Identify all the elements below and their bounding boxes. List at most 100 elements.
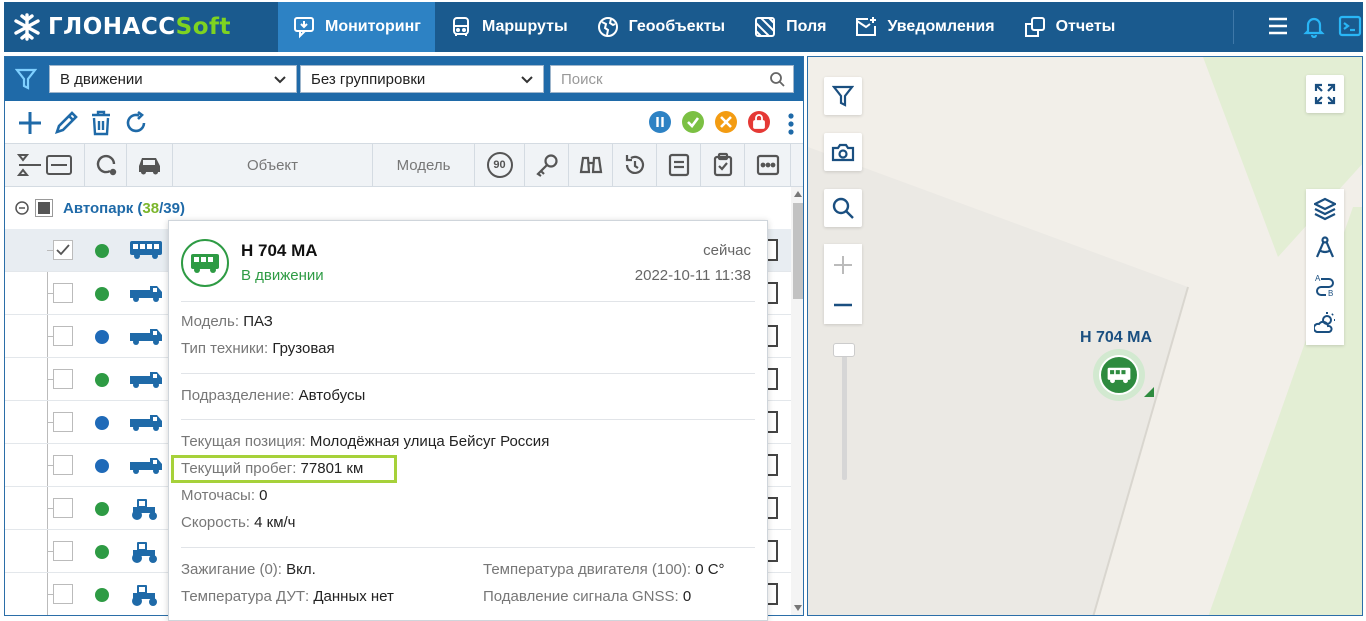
app-frame: ГЛОНАССSoft Мониторинг Маршруты Геообъек… bbox=[4, 2, 1363, 621]
row-checkbox[interactable] bbox=[53, 541, 73, 561]
search-icon bbox=[770, 72, 785, 87]
more-vertical-icon[interactable] bbox=[785, 112, 797, 136]
gnss-jamming-line: Подавление сигнала GNSS: 0 bbox=[483, 588, 692, 605]
state-select[interactable]: В движении bbox=[49, 65, 297, 93]
speed-limit-value: 90 bbox=[493, 159, 506, 171]
search-placeholder: Поиск bbox=[561, 71, 603, 88]
lock-icon bbox=[753, 114, 765, 129]
service-status-filter[interactable] bbox=[715, 111, 737, 133]
list-scrollbar[interactable] bbox=[791, 187, 803, 615]
checkmark-icon bbox=[56, 244, 70, 256]
object-toolbar bbox=[5, 101, 803, 143]
nav-geoobjects[interactable]: Геообъекты bbox=[582, 2, 739, 52]
row-checkbox[interactable] bbox=[53, 369, 73, 389]
group-checkbox[interactable] bbox=[35, 199, 53, 217]
group-select[interactable]: Без группировки bbox=[300, 65, 544, 93]
key-icon bbox=[535, 154, 558, 177]
model-col[interactable]: Модель bbox=[373, 144, 475, 186]
notes-col[interactable] bbox=[657, 144, 701, 186]
nav-routes[interactable]: Маршруты bbox=[435, 2, 582, 52]
route-icon[interactable]: AB bbox=[1314, 273, 1336, 297]
status-dot bbox=[95, 244, 109, 258]
map-screenshot-button[interactable] bbox=[824, 133, 862, 171]
bus-icon bbox=[1107, 367, 1131, 384]
nav-fields[interactable]: Поля bbox=[739, 2, 840, 52]
map-search-button[interactable] bbox=[824, 189, 862, 227]
snowflake-logo-icon bbox=[14, 13, 40, 41]
row-checkbox[interactable] bbox=[53, 584, 73, 604]
map-view[interactable]: AB Н 704 МА bbox=[807, 56, 1363, 616]
filter-icon[interactable] bbox=[15, 67, 37, 91]
scroll-thumb[interactable] bbox=[793, 203, 803, 299]
engine-temp-line: Температура двигателя (100): 0 С° bbox=[483, 561, 725, 578]
expand-collapse-col[interactable] bbox=[5, 144, 85, 186]
weather-icon[interactable] bbox=[1314, 311, 1336, 335]
nav-monitoring[interactable]: Мониторинг bbox=[278, 2, 435, 52]
zoom-in-icon[interactable] bbox=[832, 254, 854, 276]
binoculars-col[interactable] bbox=[569, 144, 613, 186]
refresh-col[interactable] bbox=[85, 144, 127, 186]
row-checkbox[interactable] bbox=[53, 412, 73, 432]
row-checkbox[interactable] bbox=[53, 283, 73, 303]
tractor-icon bbox=[129, 540, 159, 567]
map-filter-button[interactable] bbox=[824, 77, 862, 115]
bell-icon[interactable] bbox=[1302, 14, 1326, 38]
status-dot bbox=[95, 373, 109, 387]
compass-icon[interactable] bbox=[1314, 235, 1336, 259]
vehicle-type-col[interactable] bbox=[127, 144, 173, 186]
lock-status-filter[interactable] bbox=[748, 111, 770, 133]
row-checkbox[interactable] bbox=[53, 326, 73, 346]
layers-icon[interactable] bbox=[1314, 197, 1336, 221]
menu-icon[interactable] bbox=[1266, 14, 1290, 38]
top-right-icons bbox=[1266, 14, 1362, 38]
pause-status-filter[interactable] bbox=[649, 111, 671, 133]
scroll-up-icon[interactable] bbox=[794, 191, 802, 197]
speed-col[interactable]: 90 bbox=[475, 144, 525, 186]
terminal-icon[interactable] bbox=[1338, 14, 1362, 38]
tractor-icon bbox=[129, 497, 159, 524]
row-checkbox[interactable] bbox=[53, 455, 73, 475]
nav-reports[interactable]: Отчеты bbox=[1009, 2, 1130, 52]
collapse-minus-icon[interactable] bbox=[15, 201, 29, 215]
tools-icon bbox=[720, 116, 732, 128]
search-input[interactable]: Поиск bbox=[550, 65, 794, 93]
clipboard-check-icon bbox=[713, 152, 732, 177]
tasks-col[interactable] bbox=[701, 144, 745, 186]
type-line: Тип техники: Грузовая bbox=[181, 340, 335, 357]
zoom-slider-track[interactable] bbox=[842, 350, 847, 480]
fullscreen-icon bbox=[1314, 83, 1336, 105]
history-col[interactable] bbox=[613, 144, 657, 186]
zoom-controls bbox=[824, 244, 862, 324]
map-right-tools: AB bbox=[1306, 189, 1344, 345]
model-col-label: Модель bbox=[396, 156, 451, 174]
ignition-col[interactable] bbox=[525, 144, 569, 186]
speed-limit-icon: 90 bbox=[486, 152, 513, 178]
divider bbox=[181, 547, 755, 548]
refresh-icon[interactable] bbox=[123, 110, 149, 136]
row-checkbox[interactable] bbox=[53, 498, 73, 518]
status-dot bbox=[95, 287, 109, 301]
row-checkbox[interactable] bbox=[53, 240, 73, 260]
vehicle-marker-label: Н 704 МА bbox=[1080, 329, 1153, 346]
object-col[interactable]: Объект bbox=[173, 144, 373, 186]
scroll-down-icon[interactable] bbox=[794, 605, 802, 611]
nav-notifications[interactable]: Уведомления bbox=[840, 2, 1008, 52]
expand-collapse-icon bbox=[16, 154, 72, 176]
status-dot bbox=[95, 330, 109, 344]
edit-icon[interactable] bbox=[53, 110, 79, 136]
vehicle-marker[interactable] bbox=[1093, 349, 1145, 401]
more-horizontal-icon bbox=[756, 154, 779, 176]
zoom-out-icon[interactable] bbox=[832, 294, 854, 316]
engine-hours-line: Моточасы: 0 bbox=[181, 487, 268, 504]
truck-icon bbox=[129, 411, 163, 436]
ok-status-filter[interactable] bbox=[682, 111, 704, 133]
more-col[interactable] bbox=[745, 144, 791, 186]
logo[interactable]: ГЛОНАССSoft bbox=[10, 11, 231, 43]
camera-icon bbox=[831, 143, 855, 162]
vehicle-marker-inner bbox=[1099, 355, 1139, 395]
column-header: Объект Модель 90 bbox=[5, 143, 803, 187]
zoom-slider-handle[interactable] bbox=[833, 343, 855, 357]
fullscreen-button[interactable] bbox=[1306, 75, 1344, 113]
add-icon[interactable] bbox=[17, 110, 43, 136]
delete-icon[interactable] bbox=[89, 110, 113, 136]
